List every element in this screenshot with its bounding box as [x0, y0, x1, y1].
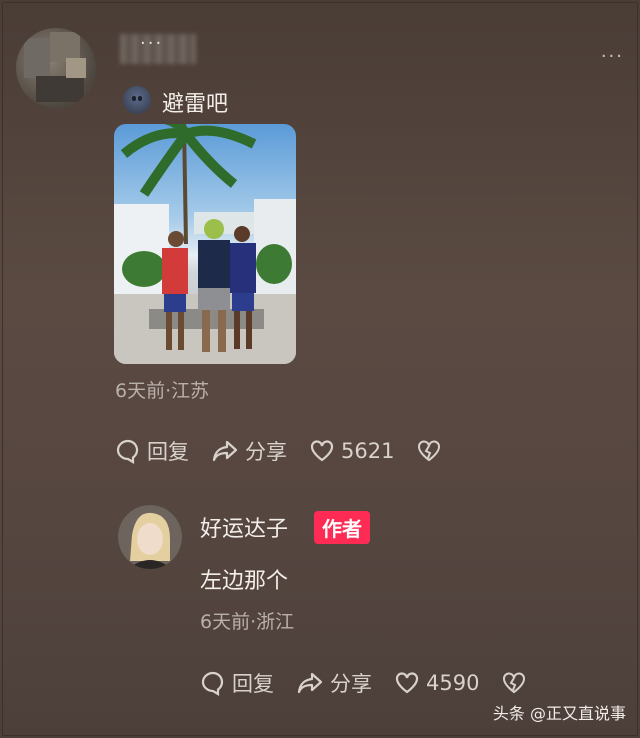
- share-label: 分享: [330, 672, 372, 696]
- author-name[interactable]: ...: [140, 28, 163, 49]
- like-button[interactable]: 5621: [309, 439, 394, 463]
- reply-label: 回复: [147, 440, 189, 464]
- comment-meta: 6天前·江苏: [115, 380, 210, 402]
- comment-text: 避雷吧: [162, 92, 229, 117]
- reply-label: 回复: [232, 672, 274, 696]
- more-options-icon[interactable]: ···: [601, 48, 624, 66]
- broken-heart-icon: [503, 672, 526, 694]
- comment-actions: 回复 分享 5621: [115, 436, 470, 466]
- like-button[interactable]: 4590: [394, 671, 479, 695]
- reply-meta: 6天前·浙江: [200, 611, 295, 633]
- like-count: 5621: [341, 439, 395, 463]
- emoji-icon: [123, 86, 151, 114]
- reply-text: 左边那个: [200, 569, 289, 594]
- share-label: 分享: [245, 440, 287, 464]
- dislike-button[interactable]: [416, 439, 448, 463]
- reply-actions: 回复 分享 4590: [200, 668, 555, 698]
- share-button[interactable]: 分享: [296, 668, 372, 698]
- avatar[interactable]: [16, 28, 96, 108]
- author-avatar[interactable]: [118, 505, 182, 569]
- heart-icon: [310, 440, 334, 462]
- reply-icon: [116, 439, 139, 464]
- share-icon: [297, 672, 323, 694]
- share-icon: [212, 440, 238, 462]
- author-badge: 作者: [314, 511, 370, 544]
- watermark: 头条 @正又直说事: [492, 704, 626, 723]
- share-button[interactable]: 分享: [211, 436, 287, 466]
- reply-icon: [201, 671, 224, 696]
- broken-heart-icon: [418, 440, 441, 462]
- reply-author-name[interactable]: 好运达子: [200, 511, 288, 543]
- heart-icon: [395, 672, 419, 694]
- reply-button[interactable]: 回复: [200, 668, 274, 698]
- dislike-button[interactable]: [501, 671, 533, 695]
- screen-frame: [2, 2, 638, 736]
- like-count: 4590: [426, 671, 480, 695]
- comment-image[interactable]: [114, 124, 296, 364]
- reply-button[interactable]: 回复: [115, 436, 189, 466]
